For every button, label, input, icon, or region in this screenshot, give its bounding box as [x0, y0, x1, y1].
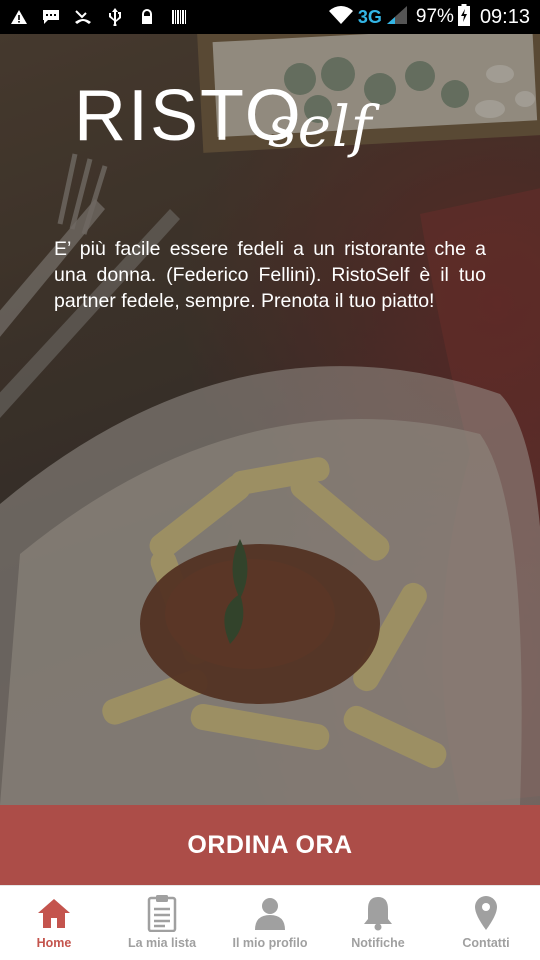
wifi-icon	[328, 5, 354, 29]
nav-item-contacts[interactable]: Contatti	[432, 886, 540, 960]
location-pin-icon	[467, 894, 505, 932]
nav-label-home: Home	[36, 936, 72, 950]
clock: 09:13	[479, 5, 530, 28]
nav-item-my-profile[interactable]: Il mio profilo	[216, 886, 324, 960]
battery-charging-icon	[457, 4, 470, 30]
status-bar: 3G 97% 09:13	[0, 0, 540, 34]
network-type: 3G	[357, 6, 382, 27]
nav-label-my-list: La mia lista	[127, 936, 197, 950]
usb-icon	[106, 8, 124, 26]
bottom-navigation: Home La mia lista Il mio profilo Notific…	[0, 885, 540, 960]
warning-icon	[10, 9, 28, 25]
user-icon	[251, 894, 289, 932]
nav-item-notifications[interactable]: Notifiche	[324, 886, 432, 960]
order-now-button[interactable]: ORDINA ORA	[0, 805, 540, 885]
system-icons: 3G 97% 09:13	[328, 4, 530, 30]
logo-script-text: self	[268, 95, 373, 160]
nav-label-contacts: Contatti	[462, 936, 510, 950]
lock-icon	[138, 9, 156, 25]
nav-label-my-profile: Il mio profilo	[232, 936, 308, 950]
bell-icon	[359, 894, 397, 932]
intro-quote: E’ più facile essere fedeli a un ristora…	[54, 238, 486, 312]
signal-icon	[386, 5, 408, 29]
chat-icon	[42, 9, 60, 25]
app-logo: RISTO self	[74, 80, 474, 200]
notification-icons	[10, 8, 328, 26]
home-icon	[35, 894, 73, 932]
nav-item-my-list[interactable]: La mia lista	[108, 886, 216, 960]
clipboard-icon	[143, 894, 181, 932]
barcode-icon	[170, 9, 188, 25]
battery-percent: 97%	[415, 6, 454, 27]
nav-label-notifications: Notifiche	[351, 936, 405, 950]
missed-call-icon	[74, 9, 92, 25]
nav-item-home[interactable]: Home	[0, 886, 108, 960]
